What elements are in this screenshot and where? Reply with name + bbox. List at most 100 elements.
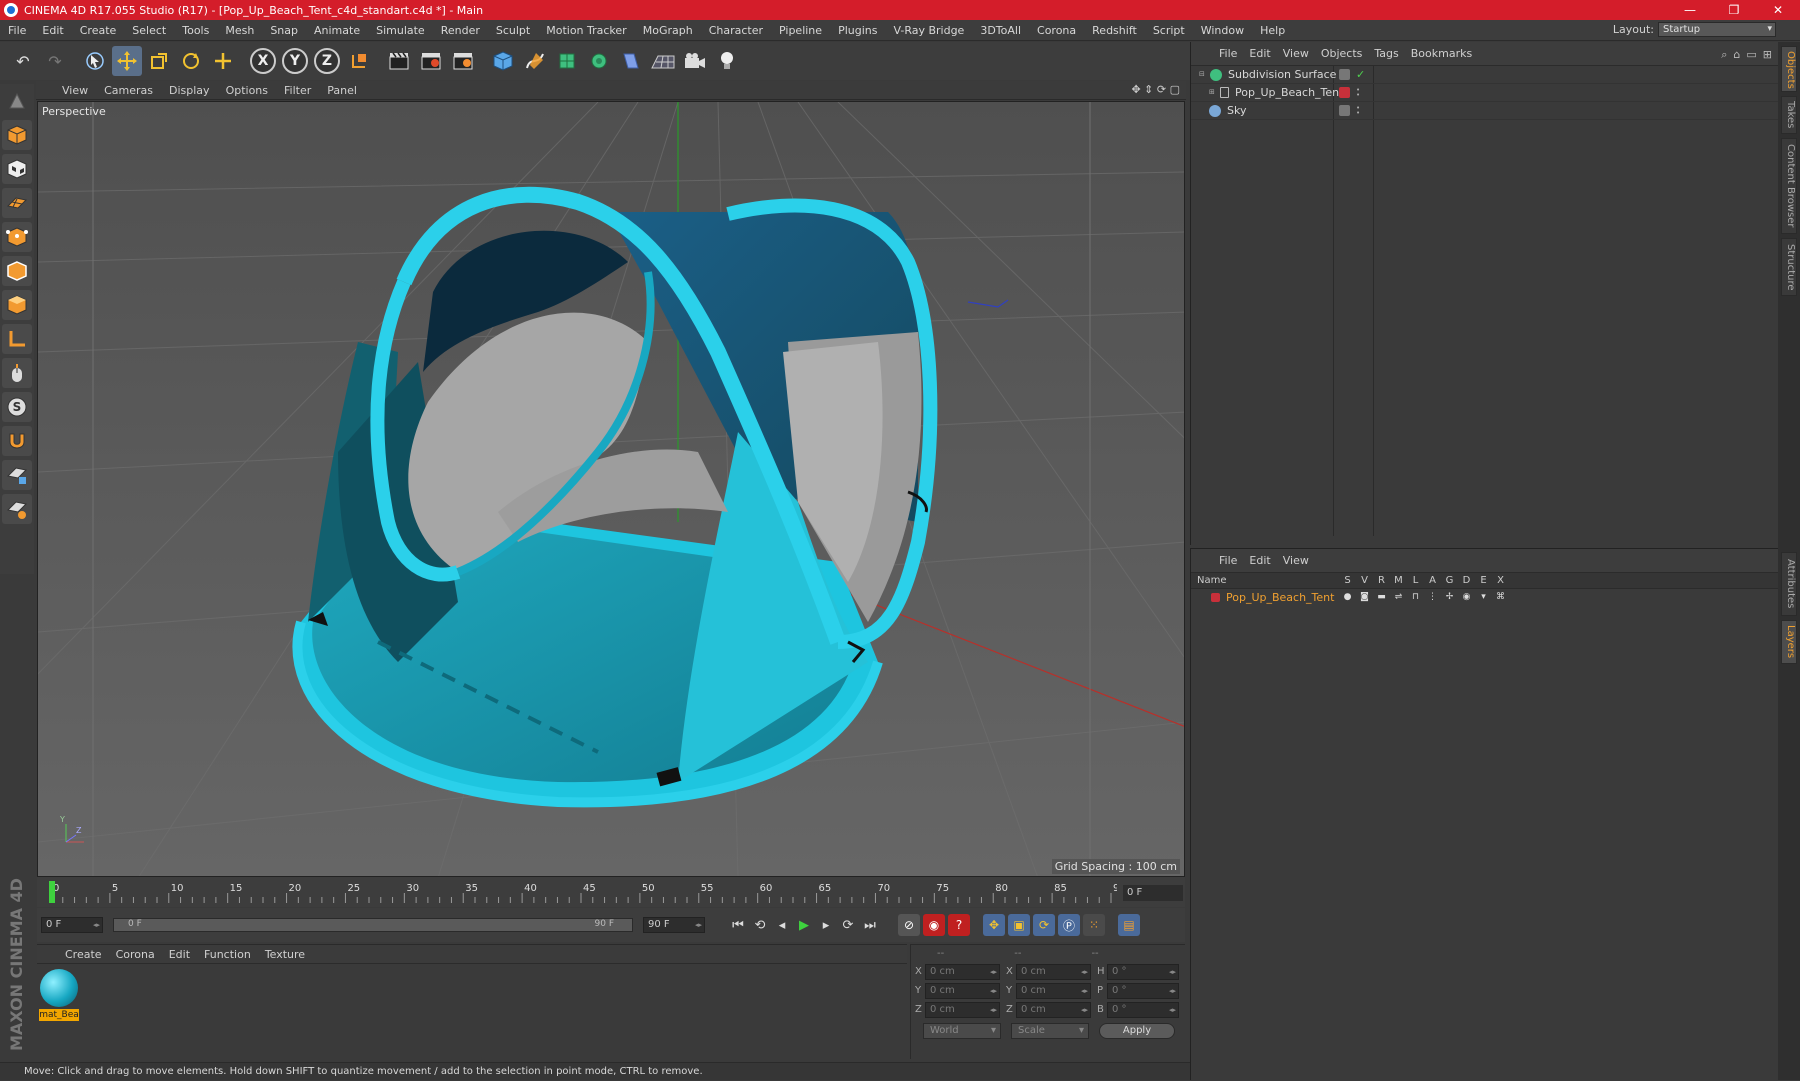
menu-character[interactable]: Character [701,24,771,37]
position-x-field[interactable]: 0 cm [925,963,1000,980]
menu-window[interactable]: Window [1193,24,1252,37]
rotate-tool-button[interactable] [176,46,206,76]
timeline-ruler[interactable]: 051015202530354045505560657075808590 0 F [37,877,1185,907]
current-frame-field[interactable]: 0 F [1123,885,1183,901]
points-mode-button[interactable] [2,222,32,252]
mograph-cloner-button[interactable] [584,46,614,76]
tab-layers[interactable]: Layers [1781,620,1797,664]
polygons-mode-button[interactable] [2,290,32,320]
menu-pipeline[interactable]: Pipeline [771,24,830,37]
maximize-button[interactable]: ❐ [1712,0,1756,20]
goto-end-button[interactable]: ⏭ [859,914,881,936]
tab-takes[interactable]: Takes [1781,96,1797,134]
position-z-field[interactable]: 0 cm [925,1001,1000,1018]
visibility-dots-icon[interactable]: • • [1356,86,1361,98]
tab-attributes[interactable]: Attributes [1781,552,1797,616]
solo-mode-button[interactable]: S [2,392,32,422]
rotation-p-field[interactable]: 0 ° [1107,982,1179,999]
model-mode-button[interactable] [2,120,32,150]
menu-corona[interactable]: Corona [1029,24,1084,37]
menu-redshift[interactable]: Redshift [1084,24,1145,37]
undo-button[interactable]: ↶ [8,46,38,76]
view-toggle-icon[interactable]: ◙ [1356,592,1373,602]
size-x-field[interactable]: 0 cm [1016,963,1091,980]
z-axis-button[interactable]: Z [312,46,342,76]
key-scale-button[interactable]: ▣ [1008,914,1030,936]
manager-toggle-icon[interactable]: ⇌ [1390,592,1407,602]
preview-range-slider[interactable]: 0 F 90 F [113,918,633,932]
tab-objects[interactable]: Objects [1781,46,1797,92]
menu-script[interactable]: Script [1145,24,1193,37]
workplane-settings-button[interactable] [2,494,32,524]
subdivision-surface-button[interactable] [552,46,582,76]
folder-icon[interactable]: ▭ [1746,48,1756,62]
expand-icon[interactable]: ⊞ [1763,48,1772,62]
material-menu-edit[interactable]: Edit [165,948,200,961]
menu-render[interactable]: Render [433,24,488,37]
axis-mode-button[interactable] [2,324,32,354]
layers-menu-view[interactable]: View [1279,554,1317,567]
menu-motion-tracker[interactable]: Motion Tracker [538,24,634,37]
tab-structure[interactable]: Structure [1781,238,1797,296]
workplane-lock-button[interactable] [2,460,32,490]
previous-frame-button[interactable]: ◂ [771,914,793,936]
menu-vray-bridge[interactable]: V-Ray Bridge [885,24,972,37]
expressions-toggle-icon[interactable]: ▾ [1475,592,1492,602]
scale-tool-button[interactable] [144,46,174,76]
menu-help[interactable]: Help [1252,24,1293,37]
layer-color-swatch[interactable] [1211,592,1220,602]
menu-sculpt[interactable]: Sculpt [488,24,538,37]
deformers-toggle-icon[interactable]: ◉ [1458,592,1475,602]
viewport-nav-icons[interactable]: ✥ ⇕ ⟳ ▢ [1131,83,1180,96]
end-frame-field[interactable]: 90 F [643,917,705,933]
menu-snap[interactable]: Snap [262,24,306,37]
key-position-button[interactable]: ✥ [983,914,1005,936]
objects-menu-tags[interactable]: Tags [1370,47,1406,60]
layers-menu-file[interactable]: File [1215,554,1245,567]
rotation-h-field[interactable]: 0 ° [1107,963,1179,980]
goto-start-button[interactable]: ⏮ [727,914,749,936]
material-menu-create[interactable]: Create [61,948,112,961]
search-icon[interactable]: ⌕ [1721,48,1727,62]
render-toggle-icon[interactable]: ▬ [1373,592,1390,602]
object-row-pop-up-beach-tent[interactable]: ⊞ Pop_Up_Beach_Tent • • [1191,84,1778,102]
menu-simulate[interactable]: Simulate [368,24,433,37]
home-icon[interactable]: ⌂ [1733,48,1740,62]
position-y-field[interactable]: 0 cm [925,982,1000,999]
next-frame-button[interactable]: ▸ [815,914,837,936]
timeline-window-button[interactable]: ▤ [1118,914,1140,936]
playhead-marker[interactable] [49,881,55,903]
layers-menu-edit[interactable]: Edit [1245,554,1278,567]
expand-toggle-icon[interactable]: ⊟ [1199,71,1205,78]
close-button[interactable]: ✕ [1756,0,1800,20]
render-to-picture-viewer-button[interactable] [416,46,446,76]
light-button[interactable] [712,46,742,76]
key-parameter-button[interactable]: Ⓟ [1058,914,1080,936]
key-rotation-button[interactable]: ⟳ [1033,914,1055,936]
key-pla-button[interactable]: ⁙ [1083,914,1105,936]
viewport-menu-view[interactable]: View [56,84,98,97]
render-view-button[interactable] [384,46,414,76]
snap-button[interactable] [2,426,32,456]
texture-mode-button[interactable] [2,154,32,184]
object-row-subdivision-surface[interactable]: ⊟ Subdivision Surface ✓ [1191,66,1778,84]
object-row-sky[interactable]: Sky • • [1191,102,1778,120]
apply-button[interactable]: Apply [1099,1023,1175,1039]
coordinate-system-button[interactable] [344,46,374,76]
objects-menu-bookmarks[interactable]: Bookmarks [1407,47,1480,60]
scale-mode-dropdown[interactable]: Scale [1011,1023,1089,1039]
menu-file[interactable]: File [0,24,34,37]
camera-button[interactable] [680,46,710,76]
viewport-menu-filter[interactable]: Filter [278,84,321,97]
material-menu-corona[interactable]: Corona [112,948,165,961]
material-menu-function[interactable]: Function [200,948,261,961]
move-tool-button[interactable] [112,46,142,76]
menu-tools[interactable]: Tools [174,24,217,37]
viewport-menu-panel[interactable]: Panel [321,84,367,97]
frame-ruler[interactable]: 051015202530354045505560657075808590 [47,879,1117,905]
recent-tool-button[interactable] [208,46,238,76]
coordinate-space-dropdown[interactable]: World [923,1023,1001,1039]
autokey-button[interactable]: ◉ [923,914,945,936]
goto-previous-key-button[interactable]: ⟲ [749,914,771,936]
animation-toggle-icon[interactable]: ⋮ [1424,592,1441,602]
